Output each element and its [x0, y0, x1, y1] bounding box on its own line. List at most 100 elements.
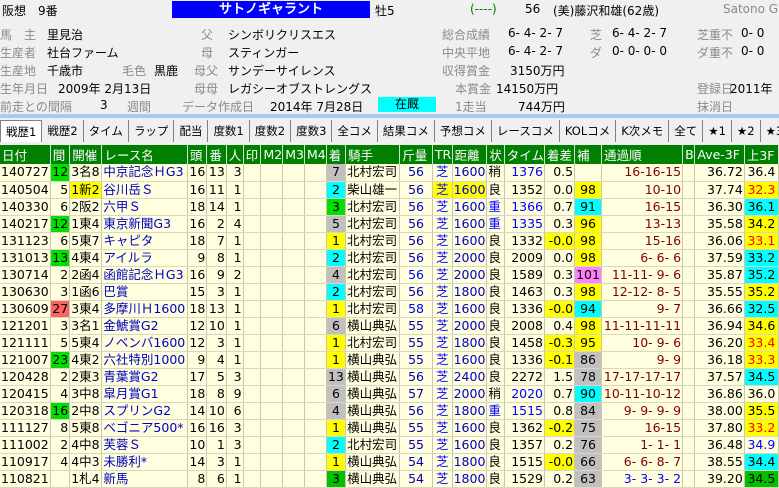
table-row[interactable]: 111127 8 5東8 ベゴニア500* 16 16 3 1 横山典弘 55 芝 1600 良 1362… [0, 419, 779, 437]
cell-venue: 1新2 [69, 181, 103, 199]
cell-race-name[interactable]: 六社特別1000 [101, 351, 188, 369]
tab-1[interactable]: 戦歴2 [42, 120, 84, 142]
tab-3[interactable]: ラップ [128, 120, 175, 142]
tab-7[interactable]: 度数3 [291, 120, 333, 142]
cell-blinker [682, 181, 696, 199]
cell-race-name[interactable]: 巴賞 [101, 283, 188, 301]
table-row[interactable]: 140330 6 2阪2 六甲Ｓ 18 14 1 3 北村宏司 56 芝 1600 重 1366 0.7 91… [0, 198, 779, 216]
column-header-race-name[interactable]: レース名 [101, 145, 188, 164]
column-header-distance[interactable]: 距離 [452, 145, 488, 164]
tab-10[interactable]: 予想コメ [434, 120, 492, 142]
tab-9[interactable]: 結果コメ [377, 120, 435, 142]
column-header-m2[interactable]: M2 [260, 145, 284, 164]
table-row[interactable]: 130714 2 2函4 函館記念ＨG3 16 9 2 4 北村宏司 56 芝 2000 良 1589 0.… [0, 266, 779, 284]
tab-0[interactable]: 戦歴1 [0, 120, 43, 142]
column-header-margin[interactable]: 着差 [544, 145, 576, 164]
main-prize: 14150万円 [496, 82, 559, 96]
table-row[interactable]: 111002 2 4中8 芙蓉Ｓ 10 1 3 2 北村宏司 55 芝 1600 良 1357 0.2 76 1… [0, 436, 779, 454]
cell-race-name[interactable]: 金鯱賞G2 [101, 317, 188, 335]
column-header-time[interactable]: タイム [504, 145, 546, 164]
table-row[interactable]: 130630 3 1函6 巴賞 15 3 1 2 北村宏司 56 芝 1800 良 1463 0.3 98 12… [0, 283, 779, 301]
column-header-m3[interactable]: M3 [282, 145, 305, 164]
cell-finish: 1 [326, 351, 347, 369]
tab-15[interactable]: ★1 [703, 120, 732, 142]
cell-time: 1463 [504, 283, 546, 301]
column-header-blinker[interactable]: B [682, 145, 696, 164]
column-header-condition[interactable]: 状 [486, 145, 505, 164]
cell-race-name[interactable]: 中京記念ＨG3 [101, 164, 188, 182]
cell-race-name[interactable]: キャピタ [101, 232, 188, 250]
table-row[interactable]: 120415 4 3中8 皐月賞G1 18 8 9 6 横山典弘 57 芝 2000 稍 2020 0.7 9… [0, 385, 779, 403]
cell-track: 芝 [432, 436, 453, 454]
cell-race-name[interactable]: 青葉賞G2 [101, 368, 188, 386]
cell-ave-3f: 36.20 [694, 334, 745, 352]
column-header-ave-3f[interactable]: Ave-3F [694, 145, 745, 164]
cell-margin: 0.4 [544, 317, 576, 335]
table-row[interactable]: 110821 1札4 新馬 8 6 1 3 横山典弘 54 芝 1800 良 1529 0.2 63 3- 3… [0, 470, 779, 488]
cell-race-name[interactable]: 函館記念ＨG3 [101, 266, 188, 284]
table-row[interactable]: 130609 27 3東4 多摩川Ｈ1600 18 13 1 1 北村宏司 58 芝 1600 良 133… [0, 300, 779, 318]
column-header-venue[interactable]: 開催 [69, 145, 103, 164]
tab-5[interactable]: 度数1 [208, 120, 250, 142]
column-header-popularity[interactable]: 人 [226, 145, 244, 164]
column-header-m4[interactable]: M4 [304, 145, 327, 164]
cell-race-name[interactable]: 芙蓉Ｓ [101, 436, 188, 454]
column-header-last-3f[interactable]: 上3F [744, 145, 779, 164]
table-row[interactable]: 131013 13 4東4 アイルラ 9 8 1 2 北村宏司 56 芝 2000 良 2009 0.0 98… [0, 249, 779, 267]
table-row[interactable]: 110917 4 4中3 未勝利* 14 3 1 1 横山典弘 54 芝 1800 良 1515 -0.0 6… [0, 453, 779, 471]
table-row[interactable]: 131123 6 5東7 キャピタ 18 7 1 1 北村宏司 56 芝 1600 良 1332 -0.0 9… [0, 232, 779, 250]
cell-date: 140217 [0, 215, 51, 233]
table-row[interactable]: 140504 5 1新2 谷川岳Ｓ 16 11 1 2 柴山雄一 56 芝 1600 良 1352 0.0 9… [0, 181, 779, 199]
tab-2[interactable]: タイム [83, 120, 129, 142]
cell-last-3f: 34.5 [744, 470, 779, 488]
tab-12[interactable]: KOLコメ [559, 120, 617, 142]
cell-race-name[interactable]: ベゴニア500* [101, 419, 188, 437]
cell-race-name[interactable]: 多摩川Ｈ1600 [101, 300, 188, 318]
column-header-weight[interactable]: 斤量 [399, 145, 433, 164]
column-header-passing[interactable]: 通過順 [601, 145, 684, 164]
cell-last-3f: 33.2 [744, 419, 779, 437]
tab-16[interactable]: ★2 [731, 120, 761, 142]
cell-last-3f: 32.3 [744, 181, 779, 199]
table-row[interactable]: 121201 3 3名1 金鯱賞G2 12 10 1 6 横山典弘 55 芝 2000 良 2008 0.4… [0, 317, 779, 335]
table-row[interactable]: 140217 12 1東4 東京新聞G3 16 2 4 5 北村宏司 56 芝 1600 重 1335 0.… [0, 215, 779, 233]
cell-race-name[interactable]: 六甲Ｓ [101, 198, 188, 216]
column-header-track[interactable]: TR [432, 145, 453, 164]
damsire-label: 母父 [194, 64, 219, 78]
table-row[interactable]: 121111 5 5東4 ノベンバ1600 12 3 1 1 北村宏司 55 芝 1800 良 1458-… [0, 334, 779, 352]
table-row[interactable]: 120318 16 2中8 スプリンG2 14 10 6 4 横山典弘 56 芝 1800 重 1515 0… [0, 402, 779, 420]
cell-ave-3f: 36.18 [694, 351, 745, 369]
tab-6[interactable]: 度数2 [249, 120, 292, 142]
tab-8[interactable]: 全コメ [332, 120, 378, 142]
column-header-date[interactable]: 日付 [0, 145, 51, 164]
cell-race-name[interactable]: 新馬 [101, 470, 188, 488]
tab-11[interactable]: レースコメ [491, 120, 560, 142]
table-row[interactable]: 121007 23 4東2 六社特別1000 9 4 1 1 横山典弘 55 芝 1600 良 1336-… [0, 351, 779, 369]
table-row[interactable]: 140727 12 3名8 中京記念ＨG3 16 13 3 7 北村宏司 56 芝 1600 稍 1376… [0, 164, 779, 182]
table-row[interactable]: 120428 2 2東3 青葉賞G2 17 5 3 13 横山典弘 56 芝 2400 良 2272 1.5… [0, 368, 779, 386]
column-header-finish[interactable]: 着 [326, 145, 347, 164]
cell-ave-3f: 37.57 [694, 368, 745, 386]
cell-race-name[interactable]: 未勝利* [101, 453, 188, 471]
cell-race-name[interactable]: アイルラ [101, 249, 188, 267]
column-header-post[interactable]: 番 [206, 145, 227, 164]
column-header-mark[interactable]: 印 [243, 145, 262, 164]
tab-17[interactable]: ★3 [760, 120, 779, 142]
column-header-interval[interactable]: 間 [50, 145, 71, 164]
cell-popularity: 2 [226, 266, 244, 284]
tab-14[interactable]: 全て [669, 120, 704, 142]
column-header-field-size[interactable]: 頭 [187, 145, 208, 164]
column-header-jockey[interactable]: 騎手 [345, 145, 401, 164]
cell-post: 6 [206, 470, 227, 488]
cell-m4 [304, 402, 327, 420]
column-header-rating[interactable]: 補 [574, 145, 602, 164]
cell-race-name[interactable]: 東京新聞G3 [101, 215, 188, 233]
cell-race-name[interactable]: スプリンG2 [101, 402, 188, 420]
cell-race-name[interactable]: 皐月賞G1 [101, 385, 188, 403]
cell-m3 [282, 198, 305, 216]
cell-race-name[interactable]: 谷川岳Ｓ [101, 181, 188, 199]
cell-race-name[interactable]: ノベンバ1600 [101, 334, 188, 352]
tab-13[interactable]: K次メモ [616, 120, 670, 142]
cell-popularity: 1 [226, 232, 244, 250]
tab-4[interactable]: 配当 [174, 120, 209, 142]
